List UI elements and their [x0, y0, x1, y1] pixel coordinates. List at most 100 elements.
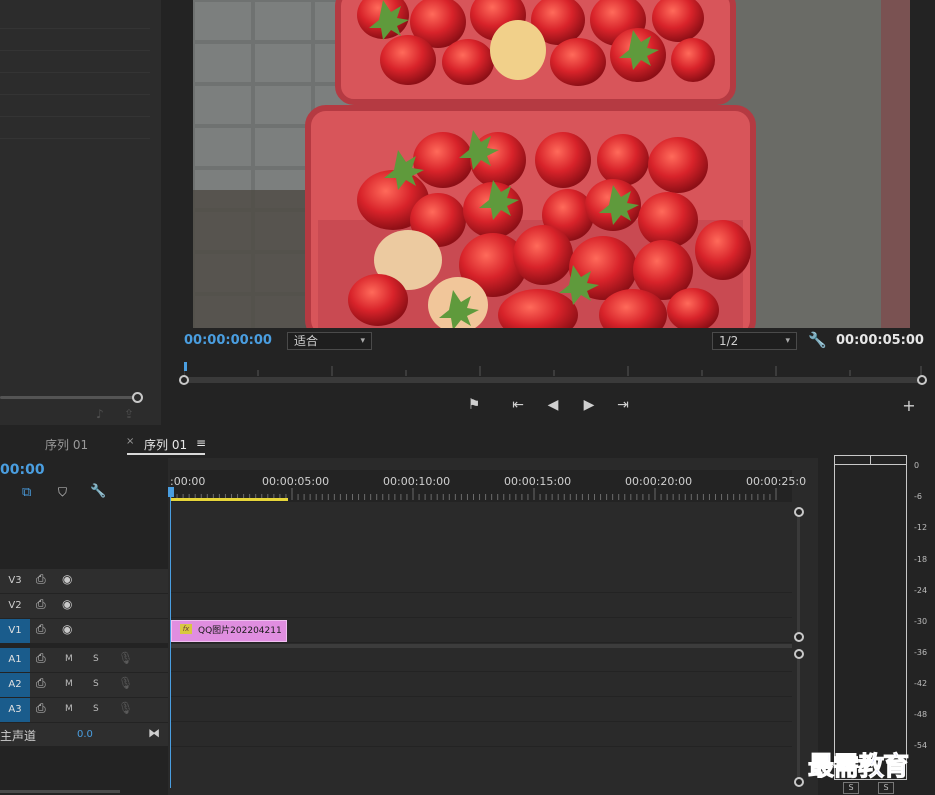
scroll-handle-bottom[interactable] [794, 632, 804, 642]
chevron-down-icon: ▾ [785, 336, 790, 346]
add-marker-icon[interactable]: ⚑ [462, 396, 486, 414]
list-row-divider [0, 138, 150, 139]
close-icon[interactable]: × [126, 436, 134, 447]
timeline-tab-strip [0, 428, 818, 458]
fx-badge-icon: fx [180, 624, 192, 634]
list-row-divider [0, 28, 150, 29]
active-tab-indicator [127, 453, 205, 455]
mute-button[interactable]: M [65, 704, 73, 714]
work-area-bar[interactable] [170, 498, 288, 501]
solo-left-button[interactable]: S [843, 782, 859, 794]
monitor-zoom-scrollbar[interactable] [184, 377, 922, 383]
track-label-a3[interactable]: A3 [0, 698, 30, 722]
db-scale-label: -6 [914, 492, 922, 501]
sync-lock-icon[interactable]: ⎙ [36, 701, 46, 716]
zoom-handle-right[interactable] [917, 375, 927, 385]
tab-sequence-01-inactive[interactable]: 序列 01 [45, 436, 88, 453]
zoom-select[interactable]: 适合 ▾ [287, 332, 372, 350]
db-scale-label: -48 [914, 710, 928, 719]
project-scrollbar[interactable] [0, 396, 140, 399]
tab-sequence-01-active[interactable]: 序列 01 [144, 436, 187, 453]
eye-icon[interactable]: ◉ [62, 572, 72, 586]
duration-timecode: 00:00:05:00 [836, 333, 924, 348]
sync-lock-icon[interactable]: ⎙ [36, 622, 46, 637]
db-scale-label: -18 [914, 555, 928, 564]
sync-lock-icon[interactable]: ⎙ [36, 572, 46, 587]
strawberry-basket-image [193, 0, 910, 328]
track-lane-a3[interactable] [170, 698, 792, 722]
step-forward-icon[interactable]: ▶ [577, 396, 601, 414]
scroll-handle-top[interactable] [794, 507, 804, 517]
automate-to-sequence-icon[interactable]: ♪ [96, 407, 104, 421]
track-label-v2[interactable]: V2 [0, 594, 30, 618]
track-header-a3: A3 ⎙ M S 🎙 [0, 698, 168, 723]
solo-button[interactable]: S [93, 654, 99, 664]
list-row-divider [0, 50, 150, 51]
track-lane-a2[interactable] [170, 673, 792, 697]
mute-button[interactable]: M [65, 679, 73, 689]
eye-icon[interactable]: ◉ [62, 597, 72, 611]
clip-name: QQ图片202204211 [198, 626, 282, 636]
project-scroll-handle[interactable] [132, 392, 143, 403]
scroll-handle-top[interactable] [794, 649, 804, 659]
track-label-a1[interactable]: A1 [0, 648, 30, 672]
timeline-marker-icon[interactable]: ⛉ [58, 485, 67, 500]
sync-lock-icon[interactable]: ⎙ [36, 676, 46, 691]
scroll-handle-bottom[interactable] [794, 777, 804, 787]
microphone-icon[interactable]: 🎙 [118, 676, 133, 690]
solo-button[interactable]: S [93, 704, 99, 714]
project-panel [0, 0, 161, 425]
track-lane-master[interactable] [170, 723, 792, 747]
video-tracks-scrollbar[interactable] [797, 512, 800, 634]
db-scale-label: -42 [914, 679, 928, 688]
track-lane-v3[interactable] [170, 569, 792, 593]
timeline-horizontal-scrollbar[interactable] [0, 790, 120, 793]
ruler-label: :00:00 [170, 475, 206, 488]
panel-menu-icon[interactable]: ≡ [196, 436, 206, 450]
sync-lock-icon[interactable]: ⎙ [36, 597, 46, 612]
ruler-label: 00:00:15:00 [504, 475, 572, 488]
timeline-settings-wrench-icon[interactable]: 🔧 [90, 484, 106, 499]
microphone-icon[interactable]: 🎙 [118, 651, 133, 665]
db-scale-label: -12 [914, 523, 928, 532]
go-to-end-icon[interactable]: ⧓ [148, 726, 160, 740]
go-to-in-icon[interactable]: ⇤ [506, 396, 530, 414]
audio-tracks-scrollbar[interactable] [797, 656, 800, 778]
solo-button[interactable]: S [93, 679, 99, 689]
master-volume-value[interactable]: 0.0 [77, 729, 93, 740]
timeline-timecode[interactable]: 00:00 [0, 462, 45, 478]
track-header-a2: A2 ⎙ M S 🎙 [0, 673, 168, 698]
ruler-label: 00:00:10:00 [383, 475, 451, 488]
button-editor-plus-icon[interactable]: + [897, 397, 921, 415]
track-header-a1: A1 ⎙ M S 🎙 [0, 648, 168, 673]
track-header-v1: V1 ⎙ ◉ [0, 619, 168, 644]
track-label-v3[interactable]: V3 [0, 569, 30, 593]
nest-sequence-icon[interactable]: ⧉ [22, 485, 31, 500]
track-lane-v2[interactable] [170, 594, 792, 618]
current-timecode[interactable]: 00:00:00:00 [184, 333, 272, 348]
resolution-select[interactable]: 1/2 ▾ [712, 332, 797, 350]
track-header-v2: V2 ⎙ ◉ [0, 594, 168, 619]
playhead-handle[interactable] [168, 487, 174, 497]
export-icon[interactable]: ⇪ [124, 407, 134, 421]
monitor-time-ruler[interactable] [184, 362, 922, 376]
track-label-a2[interactable]: A2 [0, 673, 30, 697]
eye-icon[interactable]: ◉ [62, 622, 72, 636]
wrench-settings-icon[interactable]: 🔧 [808, 331, 827, 349]
list-row-divider [0, 72, 150, 73]
db-scale-label: -54 [914, 741, 928, 750]
audio-meter-peak-indicators[interactable] [834, 455, 907, 465]
resolution-select-value: 1/2 [719, 334, 739, 348]
mute-button[interactable]: M [65, 654, 73, 664]
microphone-icon[interactable]: 🎙 [118, 701, 133, 715]
solo-right-button[interactable]: S [878, 782, 894, 794]
track-label-v1[interactable]: V1 [0, 619, 30, 643]
db-scale-label: -24 [914, 586, 928, 595]
go-to-out-icon[interactable]: ⇥ [611, 396, 635, 414]
step-back-icon[interactable]: ◀ [541, 396, 565, 414]
zoom-handle-left[interactable] [179, 375, 189, 385]
program-monitor-video-frame[interactable] [193, 0, 910, 328]
sync-lock-icon[interactable]: ⎙ [36, 651, 46, 666]
track-header-v3: V3 ⎙ ◉ [0, 569, 168, 594]
track-lane-a1[interactable] [170, 648, 792, 672]
